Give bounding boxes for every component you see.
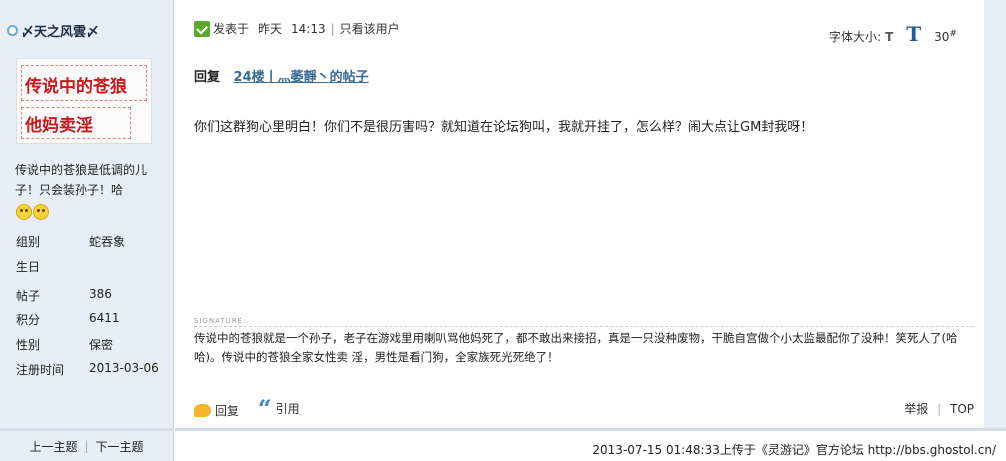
stat-label: 性别 [16,338,41,352]
font-small-button[interactable]: T [885,30,893,44]
post-status-icon [194,20,210,37]
quote-button[interactable]: “ 引用 [257,394,300,423]
quote-button-label: 引用 [275,402,300,416]
avatar[interactable]: 传说中的苍狼 他妈卖淫 [16,58,152,144]
smiley-icon [16,204,32,220]
smiley-icon [33,204,49,220]
post-content-area: 发表于 昨天 14:13 | 只看该用户 字体大小: T T 30# 回复 24… [175,0,984,428]
post-actions-right: 举报 | TOP [904,400,974,417]
post-actions: 回复 “ 引用 举报 | TOP [194,394,984,423]
actions-separator: | [937,402,942,416]
font-size-label: 字体大小: [829,30,882,44]
stat-birthday: 生日 [16,258,40,275]
prev-topic-link[interactable]: 上一主题 [29,438,77,455]
header-separator: | [330,21,335,36]
stat-label: 帖子 [16,289,41,303]
reply-target-link[interactable]: 24楼丨灬萎靜丶的帖子 [234,70,369,85]
reply-title: 回复 24楼丨灬萎靜丶的帖子 [194,66,369,85]
reply-button[interactable]: 回复 [194,402,239,419]
stat-posts: 帖子 386 [16,287,112,304]
report-link[interactable]: 举报 [904,402,928,416]
quote-icon: “ [257,394,272,423]
stat-register-date: 注册时间 2013-03-06 [16,361,159,378]
stat-points: 积分 6411 [16,311,120,328]
topic-nav: 上一主题 | 下一主题 [0,428,174,461]
stat-value: 蛇吞象 [89,235,126,249]
stat-value: 386 [89,287,112,301]
stat-label: 组别 [16,235,41,249]
author-bio: 传说中的苍狼是低调的儿子！只会装孙子！哈 [15,163,148,197]
avatar-text-line2: 他妈卖淫 [25,116,93,136]
stat-label: 积分 [16,313,41,327]
signature-divider [194,326,974,327]
username-text[interactable]: 〆天之风雲〆 [21,21,99,40]
right-page-margin [984,0,1006,428]
avatar-text-line1: 传说中的苍狼 [25,77,127,97]
author-username[interactable]: 〆天之风雲〆 [7,21,99,40]
nav-separator: | [84,439,89,453]
font-large-button[interactable]: T [906,22,921,46]
floor-mark: # [949,29,957,39]
online-status-icon [7,25,18,36]
reply-button-label: 回复 [215,404,240,418]
posted-label: 发表于 [213,22,250,36]
reply-label: 回复 [194,70,221,85]
next-topic-link[interactable]: 下一主题 [96,438,144,455]
font-size-control: 字体大小: T T 30# [829,22,957,46]
reply-bubble-icon [194,404,211,417]
signature-text: 传说中的苍狼就是一个孙子，老子在游戏里用喇叭骂他妈死了，都不敢出来接招，真是一只… [194,331,958,364]
stat-label: 生日 [16,260,41,274]
only-author-link[interactable]: 只看该用户 [340,20,400,37]
top-link[interactable]: TOP [950,402,974,416]
floor-number[interactable]: 30# [934,29,957,44]
post-body: 你们这群狗心里明白！你们不是很历害吗？就知道在论坛狗叫，我就开挂了，怎么样？闹大… [194,120,814,135]
upload-info: 2013-07-15 01:48:33上传于《灵游记》官方论坛 http://b… [592,443,996,457]
stat-value: 保密 [89,338,114,352]
stat-label: 注册时间 [16,363,65,377]
stat-value: 2013-03-06 [89,361,159,375]
author-profile-panel: 〆天之风雲〆 传说中的苍狼 他妈卖淫 传说中的苍狼是低调的儿子！只会装孙子！哈 … [0,0,174,428]
stat-value: 6411 [89,311,120,325]
posted-time: 昨天 [258,22,283,36]
footer-bar: 2013-07-15 01:48:33上传于《灵游记》官方论坛 http://b… [175,428,1006,461]
signature-label: SIGNATURE: [194,317,247,325]
floor-value: 30 [934,30,950,44]
posted-clock: 14:13 [291,21,326,36]
smiley-group [16,204,49,220]
stat-gender: 性别 保密 [16,336,113,353]
stat-group: 组别 蛇吞象 [16,233,125,250]
